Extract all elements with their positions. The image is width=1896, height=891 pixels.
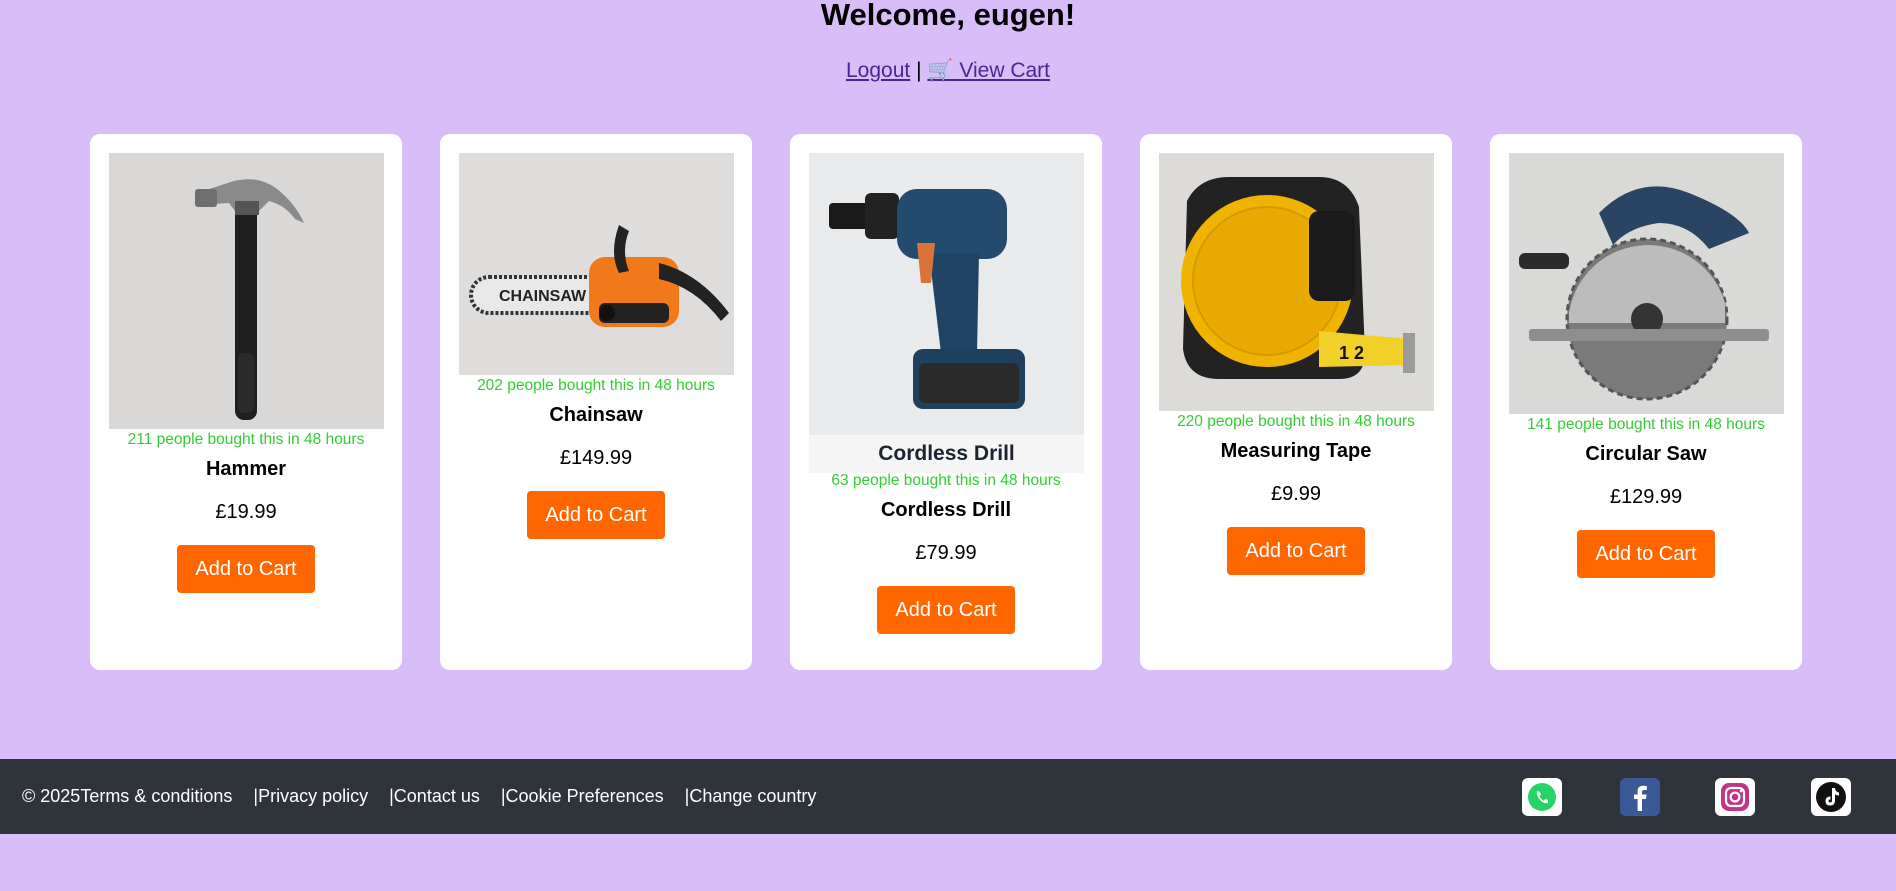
product-card-cordless-drill: Cordless Drill 63 people bought this in … (790, 134, 1102, 670)
product-grid: 211 people bought this in 48 hours Hamme… (90, 134, 1802, 670)
sold-count: 220 people bought this in 48 hours (1177, 413, 1415, 430)
copyright: © 2025 (22, 786, 81, 806)
tape-image-text: 1 2 (1339, 343, 1364, 363)
nav-separator: | (916, 59, 922, 82)
cookie-preferences-link[interactable]: |Cookie Preferences (501, 786, 664, 806)
view-cart-link[interactable]: 🛒 View Cart (927, 59, 1050, 82)
product-name: Cordless Drill (880, 499, 1012, 521)
product-price: £149.99 (559, 447, 633, 469)
product-price: £19.99 (215, 501, 277, 523)
tiktok-icon[interactable] (1811, 778, 1851, 816)
product-name: Chainsaw (549, 404, 643, 426)
product-name: Measuring Tape (1220, 440, 1372, 462)
product-name: Circular Saw (1585, 443, 1707, 465)
sold-count: 63 people bought this in 48 hours (831, 472, 1061, 489)
chainsaw-image: CHAINSAW (459, 153, 734, 375)
circular-saw-image (1509, 153, 1784, 414)
add-to-cart-button[interactable]: Add to Cart (877, 586, 1015, 634)
product-card-circular-saw: 141 people bought this in 48 hours Circu… (1490, 134, 1802, 670)
footer-links: © 2025Terms & conditions |Privacy policy… (22, 759, 816, 834)
change-country-link[interactable]: |Change country (685, 786, 817, 806)
terms-link[interactable]: Terms & conditions (80, 786, 232, 806)
hammer-image (109, 153, 384, 429)
header-nav: Logout | 🛒 View Cart (0, 59, 1896, 83)
whatsapp-icon[interactable] (1522, 778, 1562, 816)
product-name: Hammer (205, 458, 287, 480)
contact-link[interactable]: |Contact us (389, 786, 480, 806)
add-to-cart-button[interactable]: Add to Cart (1577, 530, 1715, 578)
product-card-chainsaw: CHAINSAW 202 people bought this in 48 ho… (440, 134, 752, 670)
facebook-icon[interactable] (1620, 778, 1660, 816)
welcome-heading: Welcome, eugen! (820, 0, 1076, 32)
sold-count: 211 people bought this in 48 hours (127, 431, 365, 448)
product-price: £129.99 (1609, 486, 1683, 508)
add-to-cart-button[interactable]: Add to Cart (1227, 527, 1365, 575)
drill-image-caption: Cordless Drill (809, 435, 1084, 473)
product-card-measuring-tape: 1 2 220 people bought this in 48 hours M… (1140, 134, 1452, 670)
drill-image: Cordless Drill (809, 153, 1084, 473)
add-to-cart-button[interactable]: Add to Cart (527, 491, 665, 539)
sold-count: 141 people bought this in 48 hours (1527, 416, 1765, 433)
view-cart-label: View Cart (953, 59, 1051, 82)
product-card-hammer: 211 people bought this in 48 hours Hamme… (90, 134, 402, 670)
chainsaw-image-text: CHAINSAW (499, 288, 587, 305)
cart-icon: 🛒 (927, 59, 954, 82)
logout-link[interactable]: Logout (846, 59, 910, 82)
add-to-cart-button[interactable]: Add to Cart (177, 545, 315, 593)
privacy-link[interactable]: |Privacy policy (253, 786, 368, 806)
tape-image: 1 2 (1159, 153, 1434, 411)
product-price: £79.99 (915, 542, 977, 564)
instagram-icon[interactable] (1715, 778, 1755, 816)
product-price: £9.99 (1270, 483, 1322, 505)
site-footer: © 2025Terms & conditions |Privacy policy… (0, 759, 1896, 834)
sold-count: 202 people bought this in 48 hours (477, 377, 715, 394)
